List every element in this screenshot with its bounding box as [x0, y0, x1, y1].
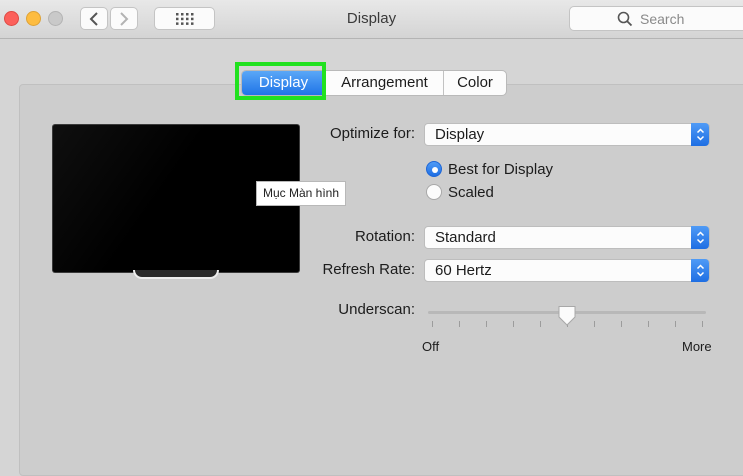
rotation-value: Standard [435, 229, 496, 246]
tab-color[interactable]: Color [444, 71, 506, 95]
tab-bar: Display Arrangement Color [241, 70, 507, 96]
search-input[interactable] [638, 9, 743, 29]
search-icon [617, 11, 633, 27]
slider-tick [648, 321, 649, 327]
title-bar: Display [0, 0, 743, 39]
refresh-rate-value: 60 Hertz [435, 262, 492, 279]
underscan-label: Underscan: [338, 301, 415, 318]
slider-tick [675, 321, 676, 327]
optimize-for-label: Optimize for: [329, 125, 415, 142]
tab-arrangement[interactable]: Arrangement [326, 71, 444, 95]
slider-tick [702, 321, 703, 327]
radio-dot-selected [426, 161, 442, 177]
rotation-popup[interactable]: Standard [424, 226, 710, 249]
radio-scaled[interactable]: Scaled [426, 183, 494, 201]
rotation-label: Rotation: [354, 228, 415, 245]
tooltip: Mục Màn hình [256, 181, 346, 206]
underscan-slider-thumb[interactable] [557, 305, 577, 327]
popup-arrows-icon [691, 259, 709, 282]
slider-tick [540, 321, 541, 327]
slider-tick [486, 321, 487, 327]
underscan-min-label: Off [422, 339, 440, 354]
slider-tick [621, 321, 622, 327]
refresh-rate-label: Refresh Rate: [322, 261, 415, 278]
monitor-stand [133, 270, 219, 279]
slider-tick [513, 321, 514, 327]
radio-best-for-display[interactable]: Best for Display [426, 160, 553, 178]
popup-arrows-icon [691, 123, 709, 146]
underscan-max-label: More [682, 339, 712, 354]
slider-tick [594, 321, 595, 327]
search-field[interactable] [569, 6, 743, 31]
optimize-for-value: Display [435, 126, 485, 143]
refresh-rate-popup[interactable]: 60 Hertz [424, 259, 710, 282]
tab-display[interactable]: Display [242, 71, 326, 95]
popup-arrows-icon [691, 226, 709, 249]
slider-tick [432, 321, 433, 327]
radio-label: Scaled [448, 183, 494, 201]
radio-label: Best for Display [448, 160, 554, 178]
radio-dot [426, 184, 442, 200]
slider-tick [459, 321, 460, 327]
optimize-for-popup[interactable]: Display [424, 123, 710, 146]
